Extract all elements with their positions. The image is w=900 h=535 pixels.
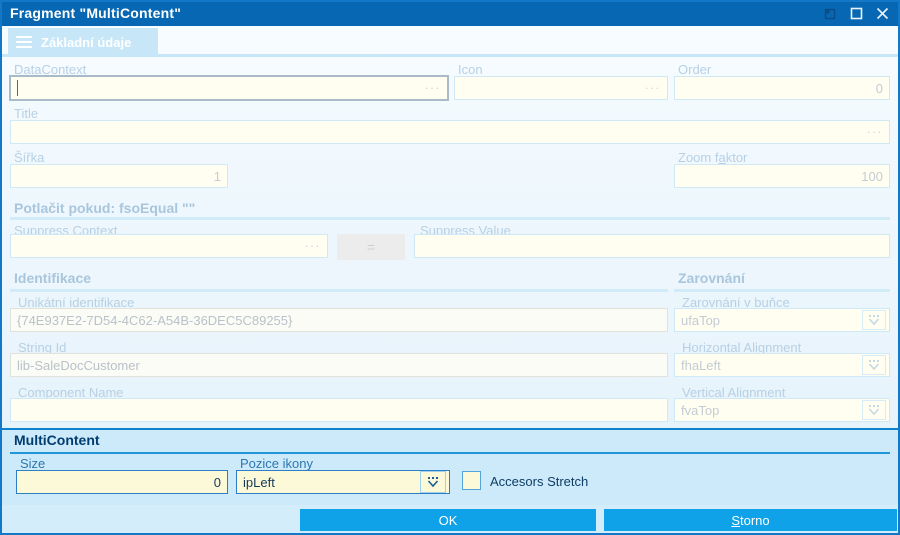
accesors-stretch-label: Accesors Stretch [490, 474, 589, 489]
dialog-window: Fragment "MultiContent" Základní údaje D… [0, 0, 900, 535]
dropdown-icon[interactable] [862, 355, 886, 375]
maximize-icon[interactable] [848, 5, 864, 21]
multicontent-header: MultiContent [14, 432, 100, 448]
unique-id-input: {74E937E2-7D54-4C62-A54B-36DEC5C89255} [10, 308, 668, 332]
pozice-ikony-label: Pozice ikony [240, 456, 313, 471]
storno-button[interactable]: Storno [604, 509, 897, 531]
datacontext-label: DataContext [14, 62, 87, 77]
sirka-input[interactable]: 1 [10, 164, 228, 188]
identifikace-header: Identifikace [14, 270, 92, 286]
ellipsis-icon[interactable]: ... [645, 79, 661, 96]
vertical-alignment-combo[interactable]: fvaTop [674, 398, 890, 422]
suppress-operator-button[interactable]: = [337, 234, 405, 260]
zarovnani-divider [674, 289, 890, 292]
datacontext-input[interactable]: ... [10, 76, 448, 100]
zoom-faktor-value: 100 [861, 168, 883, 184]
restore-icon[interactable] [822, 5, 838, 21]
cell-alignment-value: ufaTop [681, 312, 721, 328]
cell-alignment-combo[interactable]: ufaTop [674, 308, 890, 332]
window-title: Fragment "MultiContent" [10, 5, 182, 21]
titlebar[interactable]: Fragment "MultiContent" [0, 0, 900, 26]
zoom-faktor-label: Zoom faktor [678, 150, 748, 165]
identifikace-divider [10, 289, 668, 292]
suppress-group-header: Potlačit pokud: fsoEqual "" [14, 200, 196, 216]
suppress-value-input[interactable] [414, 234, 890, 258]
size-value: 0 [213, 474, 221, 490]
ellipsis-icon[interactable]: ... [867, 123, 883, 140]
suppress-context-input[interactable]: ... [10, 234, 328, 258]
order-label: Order [678, 62, 712, 77]
equals-icon: = [366, 239, 376, 255]
dropdown-icon[interactable] [420, 471, 446, 493]
sirka-label: Šířka [14, 150, 45, 165]
string-id-value: lib-SaleDocCustomer [17, 357, 140, 373]
string-id-input: lib-SaleDocCustomer [10, 353, 668, 377]
vertical-alignment-value: fvaTop [681, 402, 720, 418]
accesors-stretch-checkbox[interactable] [462, 471, 481, 490]
size-input[interactable]: 0 [16, 470, 228, 494]
order-value: 0 [875, 80, 883, 96]
dropdown-icon[interactable] [862, 310, 886, 330]
text-cursor [17, 80, 18, 96]
icon-label: Icon [458, 62, 483, 77]
pozice-ikony-combo[interactable]: ipLeft [236, 470, 450, 494]
sirka-value: 1 [213, 168, 221, 184]
size-label: Size [20, 456, 46, 471]
zarovnani-header: Zarovnání [678, 270, 745, 286]
close-icon[interactable] [874, 5, 890, 21]
pozice-ikony-value: ipLeft [243, 474, 275, 490]
zoom-faktor-input[interactable]: 100 [674, 164, 890, 188]
multicontent-divider [10, 452, 890, 454]
icon-input[interactable]: ... [454, 76, 668, 100]
ellipsis-icon[interactable]: ... [305, 237, 321, 254]
ok-button[interactable]: OK [300, 509, 596, 531]
horizontal-alignment-value: fhaLeft [681, 357, 721, 373]
title-label: Title [14, 106, 39, 121]
tab-zakladni-udaje[interactable]: Základní údaje [8, 28, 158, 56]
suppress-group-divider [10, 217, 890, 220]
component-name-input[interactable] [10, 398, 668, 422]
ellipsis-icon[interactable]: ... [425, 79, 441, 96]
unique-id-value: {74E937E2-7D54-4C62-A54B-36DEC5C89255} [17, 312, 293, 328]
tab-label: Základní údaje [41, 34, 132, 50]
menu-icon [16, 36, 32, 48]
horizontal-alignment-combo[interactable]: fhaLeft [674, 353, 890, 377]
title-input[interactable]: ... [10, 120, 890, 144]
titlebar-buttons [822, 5, 900, 21]
dropdown-icon[interactable] [862, 400, 886, 420]
order-input[interactable]: 0 [674, 76, 890, 100]
